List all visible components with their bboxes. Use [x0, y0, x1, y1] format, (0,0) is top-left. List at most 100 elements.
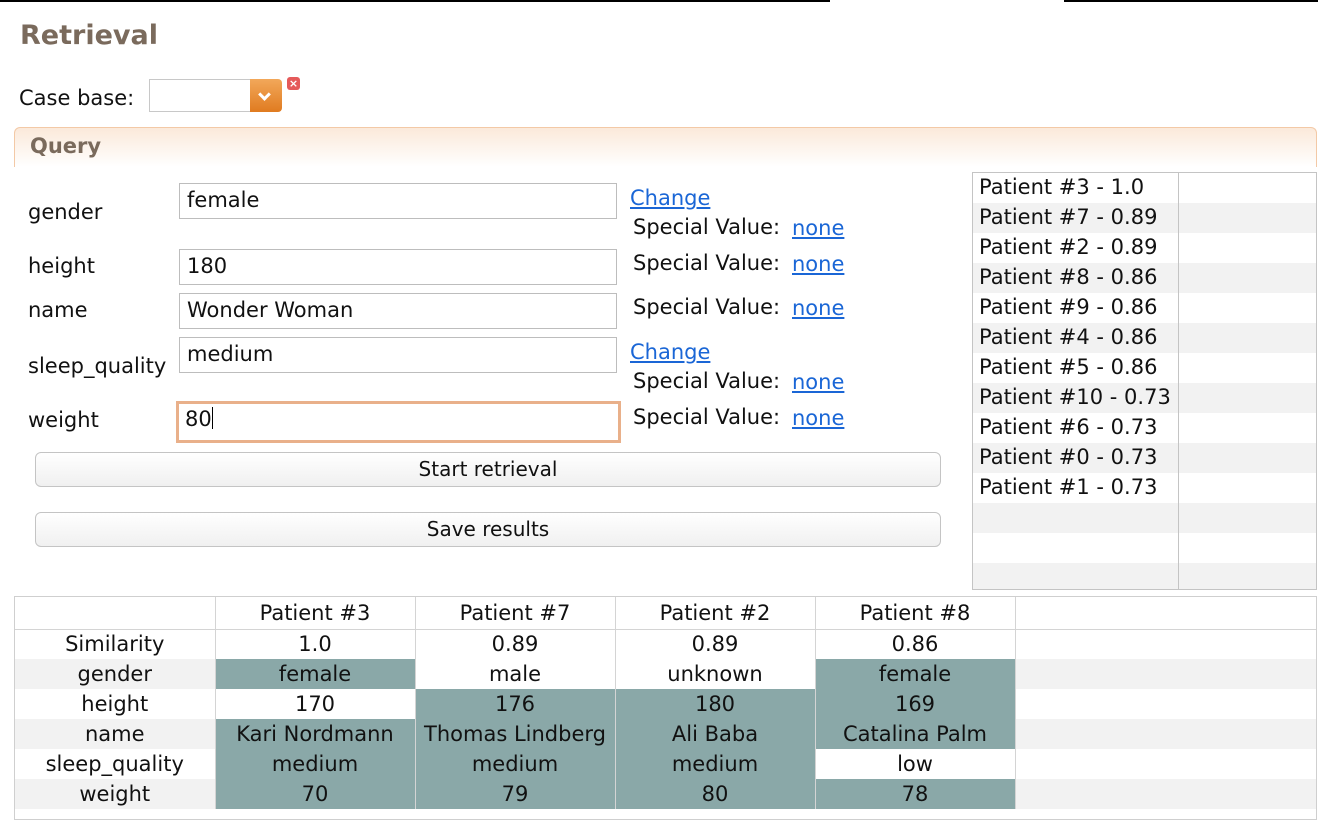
table-cell: unknown [615, 659, 816, 689]
list-item-empty [973, 503, 1316, 533]
filler-cell [1015, 719, 1316, 749]
list-item[interactable]: Patient #6 - 0.73 [973, 413, 1316, 443]
list-item[interactable]: Patient #10 - 0.73 [973, 383, 1316, 413]
field-label-weight: weight [28, 408, 99, 432]
change-gender-link[interactable]: Change [630, 186, 710, 210]
weight-input[interactable]: 80 [176, 401, 621, 443]
table-cell: 0.89 [415, 629, 616, 659]
list-item-empty [973, 533, 1316, 563]
row-label: height [15, 689, 216, 719]
column-header[interactable]: Patient #7 [415, 597, 616, 630]
list-item[interactable]: Patient #5 - 0.86 [973, 353, 1316, 383]
list-item[interactable]: Patient #3 - 1.0 [973, 173, 1316, 203]
table-row: gender female male unknown female [15, 659, 1316, 689]
table-cell-match: female [815, 659, 1016, 689]
special-value-gender-link[interactable]: none [792, 216, 844, 240]
close-icon[interactable]: × [287, 77, 300, 90]
list-item[interactable]: Patient #9 - 0.86 [973, 293, 1316, 323]
list-item[interactable]: Patient #7 - 0.89 [973, 203, 1316, 233]
field-label-name: name [28, 298, 88, 322]
table-cell: 0.86 [815, 629, 1016, 659]
table-cell-match: Kari Nordmann [215, 719, 416, 749]
table-cell: male [415, 659, 616, 689]
height-input[interactable]: 180 [179, 249, 617, 285]
column-header[interactable]: Patient #2 [615, 597, 816, 630]
start-retrieval-button[interactable]: Start retrieval [35, 452, 941, 487]
special-value-label: Special Value: [633, 215, 781, 239]
save-results-button[interactable]: Save results [35, 512, 941, 547]
page-title: Retrieval [20, 20, 158, 51]
sleep-quality-input[interactable]: medium [179, 337, 617, 373]
table-cell: 0.89 [615, 629, 816, 659]
special-value-name-link[interactable]: none [792, 296, 844, 320]
column-header[interactable]: Patient #3 [215, 597, 416, 630]
list-item[interactable]: Patient #8 - 0.86 [973, 263, 1316, 293]
special-value-sleep-quality-link[interactable]: none [792, 370, 844, 394]
name-input[interactable]: Wonder Woman [179, 293, 617, 329]
special-value-height-link[interactable]: none [792, 252, 844, 276]
chevron-down-icon [258, 88, 271, 101]
list-item[interactable]: Patient #0 - 0.73 [973, 443, 1316, 473]
table-row: height 170 176 180 169 [15, 689, 1316, 719]
filler-cell [1015, 779, 1316, 809]
query-panel-title: Query [30, 134, 102, 158]
row-label: gender [15, 659, 216, 689]
table-cell-match: medium [215, 749, 416, 779]
case-base-select[interactable] [149, 79, 252, 112]
list-column-divider[interactable] [1178, 173, 1179, 589]
special-value-label: Special Value: [633, 251, 781, 275]
field-label-sleep-quality: sleep_quality [28, 354, 167, 378]
case-base-label: Case base: [19, 86, 135, 110]
top-border-left [0, 0, 830, 2]
table-cell-match: medium [415, 749, 616, 779]
table-cell: 1.0 [215, 629, 416, 659]
header-corner [15, 597, 216, 630]
list-item-empty [973, 563, 1316, 589]
list-item[interactable]: Patient #2 - 0.89 [973, 233, 1316, 263]
table-cell-match: Ali Baba [615, 719, 816, 749]
special-value-label: Special Value: [633, 295, 781, 319]
table-cell-match: 79 [415, 779, 616, 809]
query-panel-header [14, 127, 1317, 167]
row-label: sleep_quality [15, 749, 216, 779]
column-header[interactable]: Patient #8 [815, 597, 1016, 630]
filler-cell [1015, 689, 1316, 719]
special-value-label: Special Value: [633, 369, 781, 393]
filler-cell [1015, 749, 1316, 779]
change-sleep-quality-link[interactable]: Change [630, 340, 710, 364]
table-row: weight 70 79 80 78 [15, 779, 1316, 809]
list-item[interactable]: Patient #4 - 0.86 [973, 323, 1316, 353]
header-filler [1015, 597, 1316, 630]
table-row: Similarity 1.0 0.89 0.89 0.86 [15, 629, 1316, 659]
table-cell-match: Catalina Palm [815, 719, 1016, 749]
list-item[interactable]: Patient #1 - 0.73 [973, 473, 1316, 503]
table-row: sleep_quality medium medium medium low [15, 749, 1316, 779]
special-value-weight-link[interactable]: none [792, 406, 844, 430]
table-cell-match: 180 [615, 689, 816, 719]
case-base-dropdown-button[interactable] [250, 79, 282, 112]
table-cell-match: 80 [615, 779, 816, 809]
table-cell-match: female [215, 659, 416, 689]
comparison-table: Patient #3 Patient #7 Patient #2 Patient… [14, 596, 1317, 820]
results-list[interactable]: Patient #3 - 1.0 Patient #7 - 0.89 Patie… [972, 172, 1317, 590]
table-cell-match: 176 [415, 689, 616, 719]
special-value-label: Special Value: [633, 405, 781, 429]
row-label: weight [15, 779, 216, 809]
filler-cell [1015, 629, 1316, 659]
table-header-row: Patient #3 Patient #7 Patient #2 Patient… [15, 597, 1316, 630]
row-label: name [15, 719, 216, 749]
table-cell: low [815, 749, 1016, 779]
table-cell-match: 169 [815, 689, 1016, 719]
gender-input[interactable]: female [179, 183, 617, 219]
top-border-right [1064, 0, 1318, 2]
row-label: Similarity [15, 629, 216, 659]
table-cell: 170 [215, 689, 416, 719]
table-cell-match: medium [615, 749, 816, 779]
table-row: name Kari Nordmann Thomas Lindberg Ali B… [15, 719, 1316, 749]
text-caret [211, 407, 213, 429]
table-cell-match: 78 [815, 779, 1016, 809]
weight-input-value: 80 [185, 407, 212, 431]
field-label-height: height [28, 254, 95, 278]
filler-cell [1015, 659, 1316, 689]
table-cell-match: 70 [215, 779, 416, 809]
